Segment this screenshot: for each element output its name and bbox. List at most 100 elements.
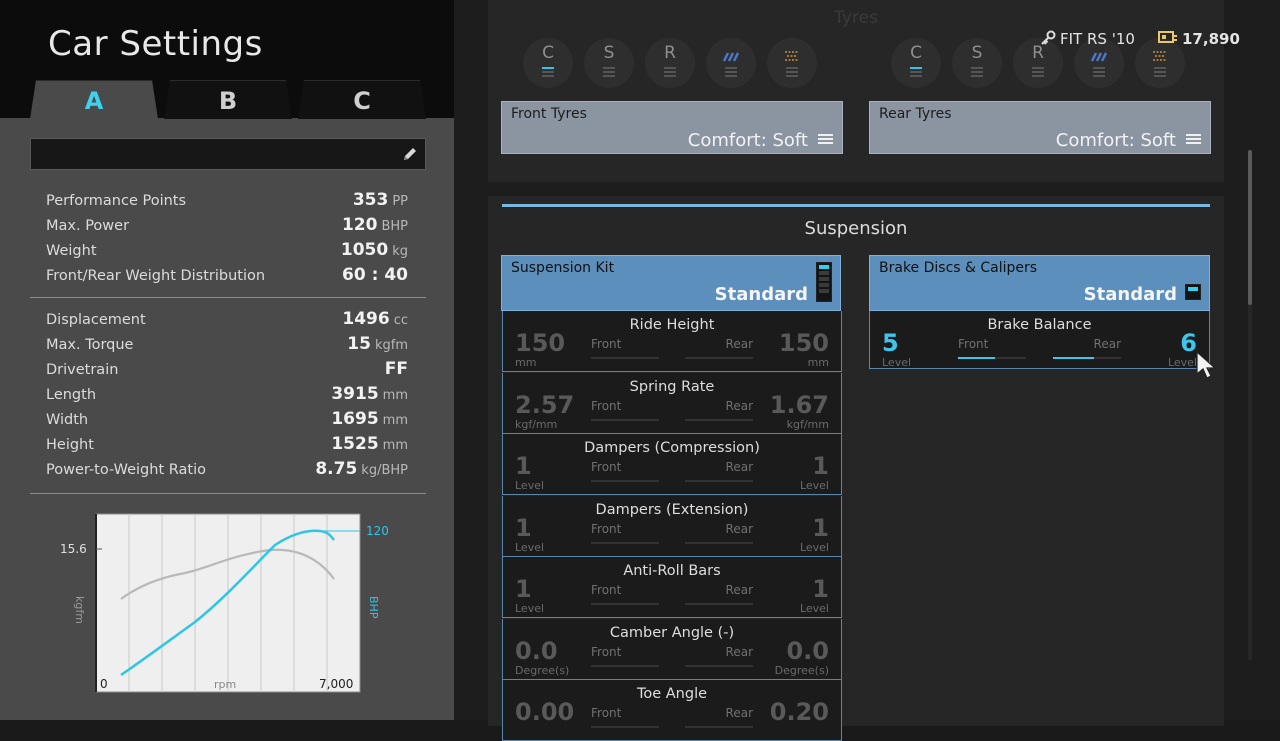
suspension-param-row[interactable]: Camber Angle (-) Front Rear 0.0 0.0 Degree(s)… xyxy=(502,618,842,680)
tab-setting-c[interactable]: C xyxy=(298,80,426,119)
front-tyres-label: Front Tyres xyxy=(511,106,587,122)
front-label: Front xyxy=(958,337,989,351)
compound-letter: R xyxy=(664,43,676,63)
suspension-kit-label: Suspension Kit xyxy=(511,260,615,276)
front-slider[interactable] xyxy=(958,357,1026,359)
car-name: FIT RS '10 xyxy=(1040,30,1135,48)
tyre-compound-racing-letter: R xyxy=(645,38,695,88)
scrollbar-thumb[interactable] xyxy=(1248,150,1252,305)
spec-value: 15 kgfm xyxy=(347,334,408,354)
list-icon xyxy=(818,134,833,148)
spec-value: 1050 kg xyxy=(341,240,408,260)
spec-row: Length 3915 mm xyxy=(46,383,408,408)
rear-tyres-value: Comfort: Soft xyxy=(1055,130,1176,151)
front-slider[interactable] xyxy=(591,726,659,728)
suspension-param-row[interactable]: Spring Rate Front Rear 2.57 1.67 kgf/mm kgf/mm xyxy=(502,372,842,434)
pencil-icon[interactable] xyxy=(401,145,419,163)
front-unit: Level xyxy=(515,602,545,615)
spec-row: Max. Torque 15 kgfm xyxy=(46,333,408,358)
rear-slider[interactable] xyxy=(1053,357,1121,359)
spec-unit: BHP xyxy=(381,219,408,234)
spec-value-number: 1050 xyxy=(340,240,389,260)
suspension-param-row[interactable]: Anti-Roll Bars Front Rear 1 1 Level Level xyxy=(502,557,842,618)
front-value: 2.57 xyxy=(515,390,575,419)
brake-discs-label: Brake Discs & Calipers xyxy=(879,260,1038,276)
spec-row: Height 1525 mm xyxy=(46,433,408,458)
rear-slider[interactable] xyxy=(685,418,753,421)
brake-discs-select[interactable]: Brake Discs & Calipers Standard xyxy=(869,255,1210,311)
suspension-param-row[interactable]: Ride Height Front Rear 150 150 mm mm xyxy=(502,311,842,372)
spec-value: FF xyxy=(385,359,408,379)
tyres-section-title: Tyres xyxy=(834,8,878,28)
mouse-cursor-icon xyxy=(1196,350,1217,379)
front-tyres-select[interactable]: Front Tyres Comfort: Soft xyxy=(501,101,843,154)
rear-tyres-select[interactable]: Rear Tyres Comfort: Soft xyxy=(869,101,1211,154)
spec-value: 8.75 kg/BHP xyxy=(315,459,408,479)
spec-label: Length xyxy=(46,387,97,403)
spec-row: Drivetrain FF xyxy=(46,358,408,383)
spec-unit: kg/BHP xyxy=(361,463,408,478)
suspension-param-row[interactable]: Dampers (Compression) Front Rear 1 1 Level Lev… xyxy=(502,434,842,495)
tab-setting-a[interactable]: A xyxy=(30,80,158,119)
rear-value: 0.0 xyxy=(786,636,829,665)
compound-indicator xyxy=(1093,67,1105,79)
front-slider[interactable] xyxy=(591,480,659,482)
spec-label: Weight xyxy=(46,243,97,259)
spec-value-number: 353 xyxy=(352,190,389,210)
front-slider[interactable] xyxy=(591,357,659,359)
tyre-compound-rain-icon xyxy=(706,38,756,88)
spec-label: Displacement xyxy=(46,312,146,328)
divider xyxy=(30,297,426,298)
x-max-label: 7,000 xyxy=(319,677,353,691)
rear-unit: Level xyxy=(799,479,829,492)
front-unit: kgf/mm xyxy=(515,417,558,431)
dirt-icon xyxy=(785,51,799,61)
front-slider[interactable] xyxy=(591,541,659,544)
front-slider[interactable] xyxy=(591,418,659,421)
rear-slider[interactable] xyxy=(685,603,753,605)
tab-setting-b[interactable]: B xyxy=(164,80,292,119)
front-slider[interactable] xyxy=(591,664,659,667)
spec-value-number: FF xyxy=(384,359,408,379)
front-label: Front xyxy=(591,521,622,536)
front-value: 1 xyxy=(515,513,532,542)
front-unit: Level xyxy=(882,356,912,369)
param-title: Anti-Roll Bars xyxy=(623,563,721,579)
rear-slider[interactable] xyxy=(685,726,753,728)
spec-value: 3915 mm xyxy=(331,384,408,404)
param-title: Dampers (Extension) xyxy=(595,501,749,518)
suspension-section-title: Suspension xyxy=(804,218,908,239)
rear-slider[interactable] xyxy=(685,664,753,667)
spec-value: 1525 mm xyxy=(331,434,408,454)
power-torque-graph: 15.6 120 0 rpm 7,000 kgfm BHP xyxy=(60,513,389,693)
rear-slider[interactable] xyxy=(685,357,753,359)
rear-label: Rear xyxy=(1093,337,1121,351)
spec-label: Max. Power xyxy=(46,218,130,234)
compound-letter: S xyxy=(603,43,615,63)
front-label: Front xyxy=(591,337,622,351)
tyre-compound-sports-letter: S xyxy=(952,38,1002,88)
suspension-kit-select[interactable]: Suspension Kit Standard xyxy=(501,255,841,311)
spec-value-number: 1695 xyxy=(331,409,379,429)
spec-list-performance: Performance Points 353 PP Max. Power 120 BHP W… xyxy=(46,189,408,289)
front-value: 0.0 xyxy=(515,636,558,665)
rear-slider[interactable] xyxy=(685,480,753,482)
rear-unit: Level xyxy=(1167,356,1197,369)
part-level-indicator xyxy=(816,262,832,302)
compound-indicator xyxy=(971,67,983,79)
rain-icon xyxy=(1090,52,1108,62)
brake-balance-row[interactable]: Brake Balance Front Rear 5 6 Level Level xyxy=(869,311,1210,369)
compound-indicator xyxy=(910,67,922,79)
part-level-indicator xyxy=(1185,284,1201,300)
x-axis-label: rpm xyxy=(214,678,236,691)
front-slider[interactable] xyxy=(591,603,659,605)
suspension-param-row[interactable]: Dampers (Extension) Front Rear 1 1 Level Level xyxy=(502,495,842,557)
spec-row: Weight 1050 kg xyxy=(46,239,408,264)
spec-unit: mm xyxy=(382,438,408,453)
suspension-param-row[interactable]: Toe Angle Front Rear 0.00 0.20 xyxy=(502,680,842,741)
power-peak-label: 120 xyxy=(366,524,389,538)
rear-value: 1 xyxy=(812,452,829,480)
spec-row: Performance Points 353 PP xyxy=(46,189,408,214)
rear-slider[interactable] xyxy=(685,541,753,544)
setting-name-input[interactable] xyxy=(30,138,426,170)
